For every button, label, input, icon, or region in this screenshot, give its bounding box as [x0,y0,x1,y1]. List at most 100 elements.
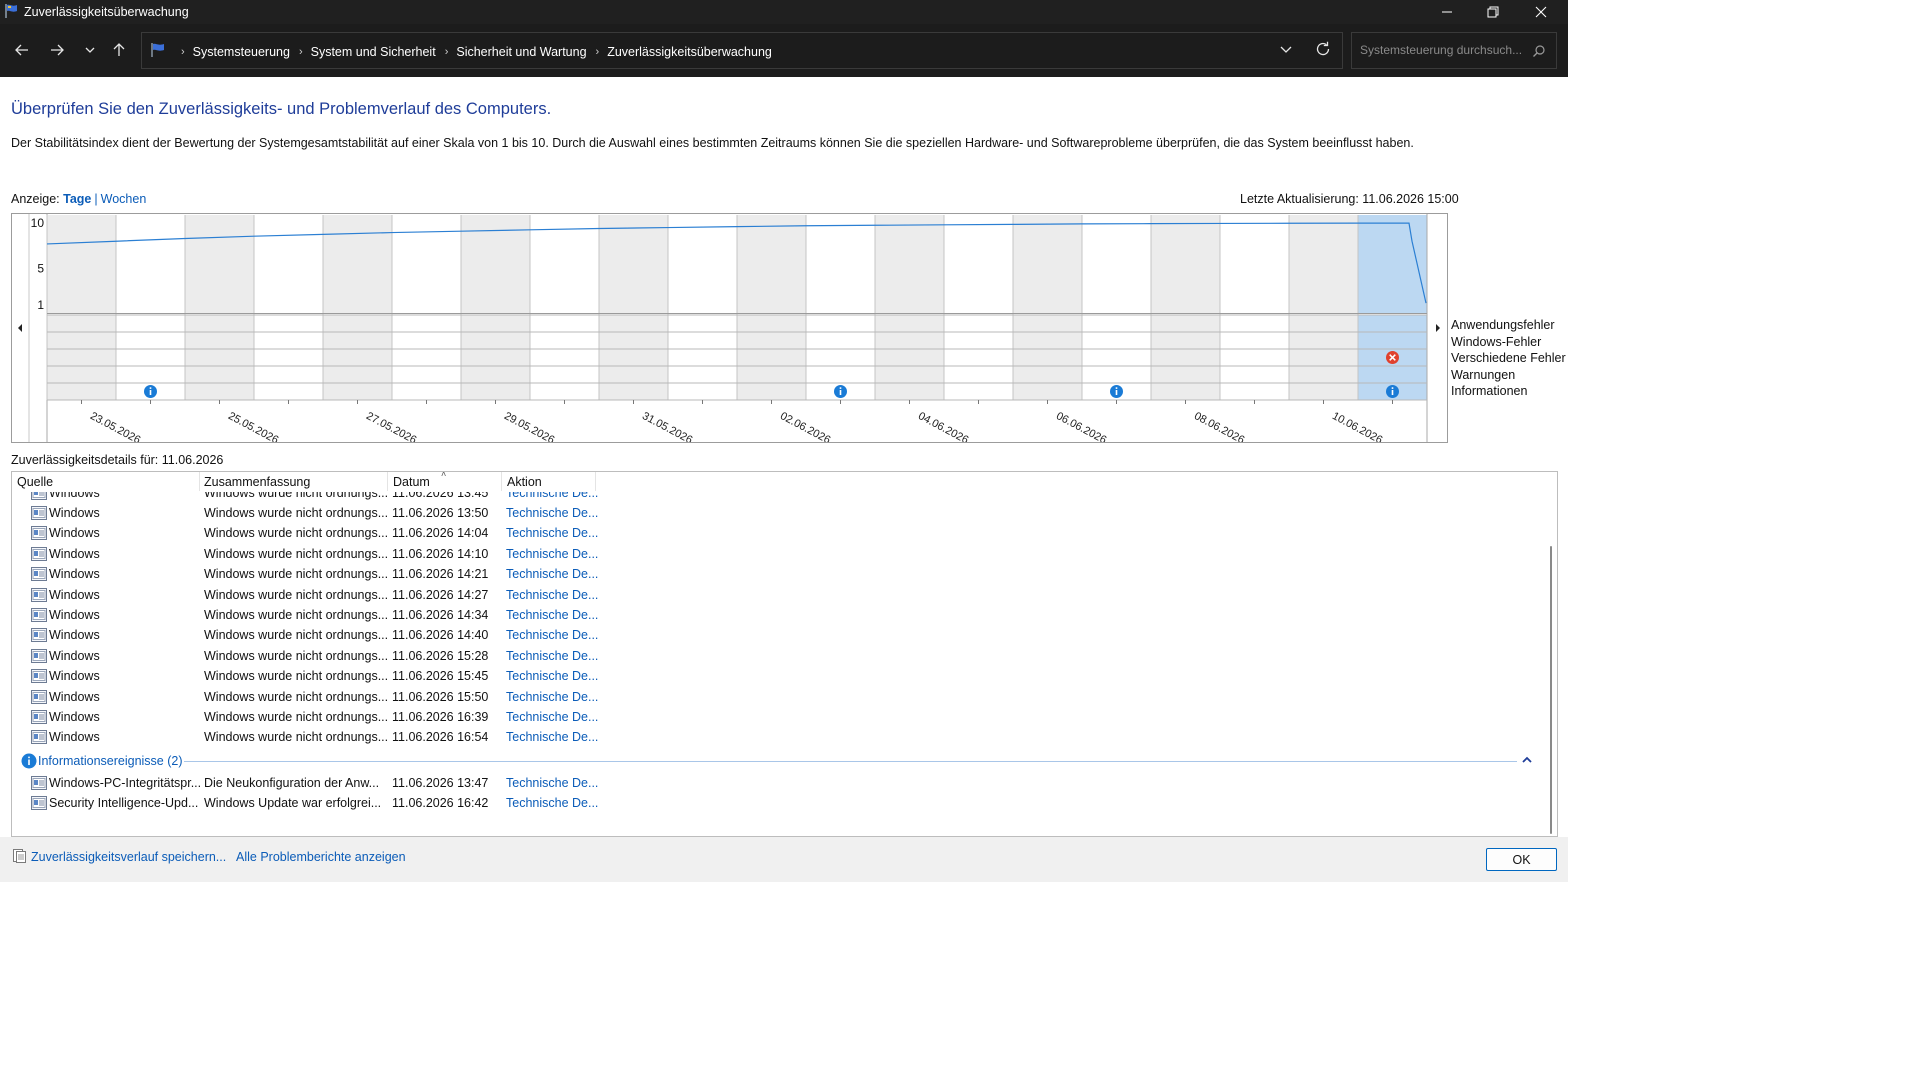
column-divider[interactable] [199,472,200,491]
column-header-action[interactable]: Aktion [507,475,542,489]
technical-details-link[interactable]: Technische De... [506,567,598,581]
row-source: Windows [49,730,100,745]
row-source: Windows [49,648,100,663]
scrollbar-thumb[interactable] [1550,546,1552,834]
recent-locations-chevron-icon[interactable] [78,38,102,62]
restore-button[interactable] [1470,0,1516,24]
table-row[interactable]: Windows Windows wurde nicht ordnungs... 11… [12,727,1542,747]
collapse-chevron-up-icon[interactable] [1520,753,1534,770]
chart-column [1220,215,1289,313]
technical-details-link[interactable]: Technische De... [506,649,598,663]
control-panel-flag-icon [4,3,20,22]
chart-event-column [1289,315,1358,400]
footer: Zuverlässigkeitsverlauf speichern... All… [0,837,1568,882]
legend-misc-errors: Verschiedene Fehler [1451,351,1566,365]
reliability-chart[interactable]: 10 5 1 23.05.2026 25.05.2026 27.05.2026 29.05.… [11,213,1448,443]
table-row[interactable]: Windows Windows wurde nicht ordnungs... 11… [12,564,1542,584]
table-row[interactable]: Windows Windows wurde nicht ordnungs... 11… [12,585,1542,605]
group-divider-line [184,761,1517,762]
breadcrumb-separator-icon: › [298,45,303,58]
technical-details-link[interactable]: Technische De... [506,730,598,744]
row-summary: Die Neukonfiguration der Anw... [204,776,380,790]
view-weeks-link[interactable]: Wochen [101,192,147,206]
technical-details-link[interactable]: Technische De... [506,526,598,540]
table-row[interactable]: Windows Windows wurde nicht ordnungs... 11… [12,523,1542,543]
forward-button[interactable] [45,38,69,62]
address-bar[interactable]: › Systemsteuerung › System und Sicherhei… [141,32,1343,69]
technical-details-link[interactable]: Technische De... [506,547,598,561]
technical-details-link[interactable]: Technische De... [506,776,598,790]
save-history-document-icon[interactable] [11,848,27,867]
column-header-date[interactable]: Datum [393,475,430,489]
column-header-summary[interactable]: Zusammenfassung [204,475,310,489]
chart-column [1013,215,1082,313]
ok-button[interactable]: OK [1486,848,1557,871]
row-source: Windows [49,567,100,582]
info-event-icon-glyph [1391,390,1394,395]
technical-details-link[interactable]: Technische De... [506,506,598,520]
refresh-icon[interactable] [1314,40,1332,61]
breadcrumb-sicherheit-und-wartung[interactable]: Sicherheit und Wartung [456,45,586,59]
report-icon [31,710,47,727]
search-box[interactable] [1351,32,1557,69]
technical-details-link[interactable]: Technische De... [506,669,598,683]
group-label[interactable]: Informationsereignisse (2) [38,754,183,768]
table-row[interactable]: Windows Windows wurde nicht ordnungs... 11… [12,707,1542,727]
column-divider[interactable] [387,472,388,491]
column-divider[interactable] [595,472,596,491]
table-row[interactable]: Windows Windows wurde nicht ordnungs... 11… [12,687,1542,707]
row-summary: Windows Update war erfolgrei... [204,796,382,811]
x-date-label: 04.06.2026 [916,410,970,442]
report-icon [31,689,47,707]
breadcrumb-zuverlaessigkeitsueberwachung[interactable]: Zuverlässigkeitsüberwachung [607,45,772,59]
address-dropdown-chevron-icon[interactable] [1278,41,1294,60]
technical-details-link[interactable]: Technische De... [506,796,598,810]
search-icon[interactable] [1532,44,1546,61]
x-date-label: 29.05.2026 [502,410,556,442]
chart-column [1289,215,1358,313]
up-button[interactable] [107,38,131,62]
minimize-button[interactable] [1424,0,1470,24]
chart-event-column [1220,315,1289,400]
group-header-information-events[interactable]: Informationsereignisse (2) [12,751,1542,771]
table-row[interactable]: Windows-PC-Integritätspr... Die Neukonfig… [12,773,1542,793]
table-row[interactable]: Windows Windows wurde nicht ordnungs... 11… [12,666,1542,686]
last-update-label: Letzte Aktualisierung: 11.06.2026 15:00 [1240,192,1459,206]
legend-information: Informationen [1451,384,1528,398]
table-row[interactable]: Windows Windows wurde nicht ordnungs... 11… [12,544,1542,564]
report-icon [31,648,47,666]
chart-column [668,215,737,313]
table-row[interactable]: Windows Windows wurde nicht ordnungs... 11… [12,625,1542,645]
view-days-link[interactable]: Tage [63,192,91,206]
breadcrumb-system-und-sicherheit[interactable]: System und Sicherheit [311,45,436,59]
table-row[interactable]: Windows Windows wurde nicht ordnungs... 11… [12,503,1542,523]
page-title: Überprüfen Sie den Zuverlässigkeits- und… [11,100,552,118]
technical-details-link[interactable]: Technische De... [506,628,598,642]
technical-details-link[interactable]: Technische De... [506,690,598,704]
save-history-link[interactable]: Zuverlässigkeitsverlauf speichern... [31,850,226,864]
column-header-source[interactable]: Quelle [17,475,53,489]
breadcrumb-systemsteuerung[interactable]: Systemsteuerung [193,45,290,59]
back-button[interactable] [10,38,34,62]
x-date-label: 08.06.2026 [1192,410,1246,442]
info-event-icon-dot [149,387,152,389]
column-divider[interactable] [501,472,502,491]
report-icon [31,628,47,645]
row-source: Windows [49,689,100,704]
row-source: Windows [49,628,100,643]
table-row[interactable]: Windows Windows wurde nicht ordnungs... 11… [12,605,1542,625]
table-row[interactable]: Security Intelligence-Upd... Windows Upda… [12,793,1542,813]
search-input[interactable] [1360,43,1526,57]
technical-details-link[interactable]: Technische De... [506,710,598,724]
chart-event-column [1013,315,1082,400]
chart-event-column [944,315,1013,400]
y-tick-label: 5 [37,262,44,276]
table-row[interactable]: Windows Windows wurde nicht ordnungs... 11… [12,646,1542,666]
close-button[interactable] [1518,0,1564,24]
legend-windows-errors: Windows-Fehler [1451,334,1542,349]
chart-event-column [875,315,944,400]
chart-column [1151,215,1220,313]
technical-details-link[interactable]: Technische De... [506,608,598,622]
all-reports-link[interactable]: Alle Problemberichte anzeigen [236,850,406,864]
technical-details-link[interactable]: Technische De... [506,588,598,602]
